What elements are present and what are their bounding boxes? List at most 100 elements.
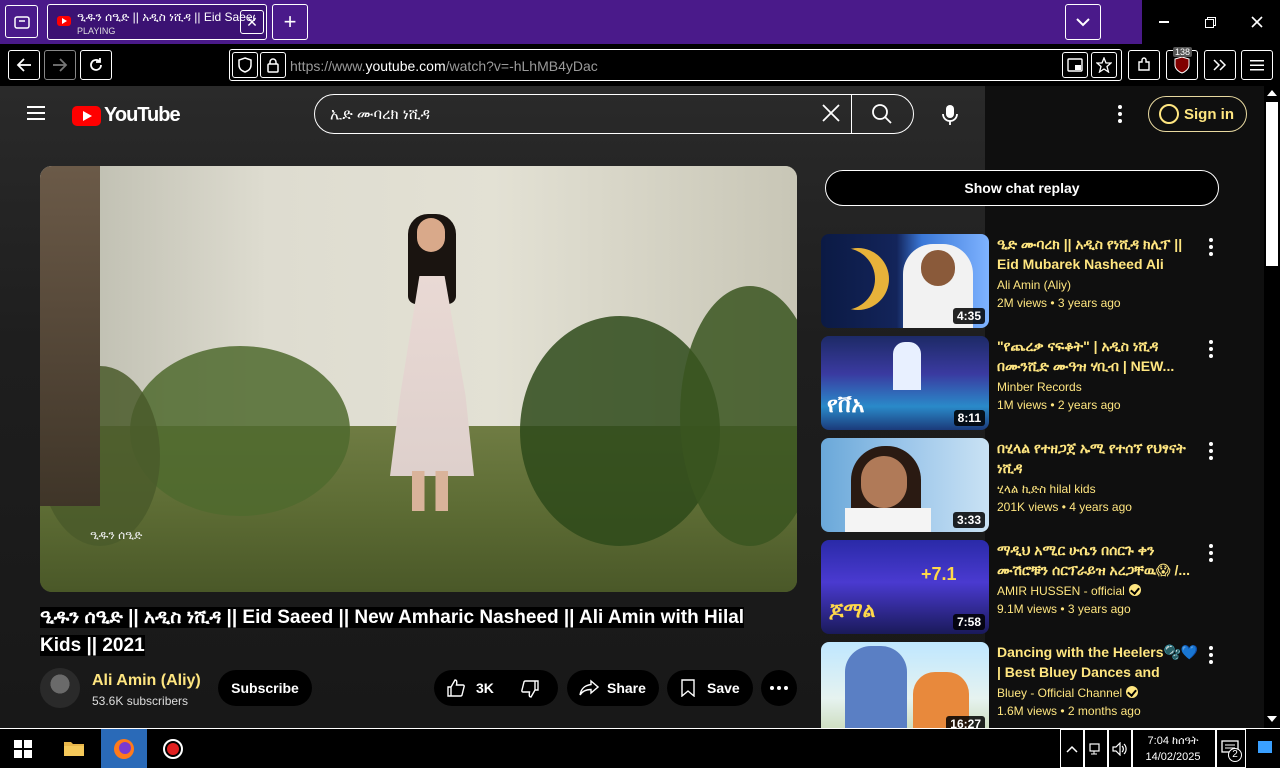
clock-button[interactable]: 7:04 ከሰዓት 14/02/2025 [1132,729,1216,768]
recommendation-item[interactable]: +7.1 ጆማል 7:58 ማዲህ አሚር ሁሴን በሰርጉ ቀን ሙሽሮቹን … [821,540,1261,634]
recommendation-thumbnail[interactable]: 4:35 [821,234,989,328]
settings-kebab-icon[interactable] [1118,105,1122,126]
recommendation-menu-icon[interactable] [1209,238,1213,259]
share-button[interactable]: Share [567,670,659,706]
search-box[interactable]: ኢድ ሙባረክ ነሺዳ [314,94,914,134]
volume-icon[interactable] [1108,729,1132,768]
subscriber-count: 53.6K subscribers [92,694,189,708]
scroll-up-icon[interactable] [1267,90,1277,96]
restore-icon[interactable] [1188,8,1232,36]
microphone-icon[interactable] [941,104,959,126]
recommendation-title[interactable]: ዒድ ሙባረክ || አዲስ የነሺዳ ክሊፕ || Eid Mubarek N… [997,234,1203,274]
like-dislike-group: 3K [434,670,558,706]
channel-name[interactable]: Ali Amin (Aliy) [92,672,201,690]
recommendation-item[interactable]: የቨአ 8:11 "የጨረቃ ናፍቆት" | አዲስ ነሺዳ በሙንሺድ ሙዓዝ… [821,336,1261,430]
search-input[interactable]: ኢድ ሙባረክ ነሺዳ [330,106,430,123]
show-chat-replay-button[interactable]: Show chat replay [825,170,1219,206]
dislike-button[interactable] [520,679,540,702]
tab-manager-button[interactable] [5,5,38,38]
channel-avatar[interactable] [40,668,80,708]
recommendation-menu-icon[interactable] [1209,544,1213,565]
close-window-icon[interactable] [1235,8,1279,36]
clear-search-icon[interactable] [821,103,841,129]
recommendation-meta: 1M views • 2 years ago [997,398,1121,412]
recommendation-channel[interactable]: Bluey - Official Channel [997,686,1139,700]
file-explorer-icon[interactable] [63,739,85,762]
tab-close-icon[interactable]: ✕ [240,10,264,34]
recommendation-item[interactable]: 4:35 ዒድ ሙባረክ || አዲስ የነሺዳ ክሊፕ || Eid Muba… [821,234,1261,328]
app-menu-button[interactable] [1241,50,1273,80]
forward-button[interactable] [44,50,76,80]
recommendation-meta: 1.6M views • 2 months ago [997,704,1141,718]
network-icon[interactable] [1084,729,1108,768]
minimize-icon[interactable] [1142,8,1186,36]
list-all-tabs-button[interactable] [1065,4,1101,40]
recommendation-thumbnail[interactable]: 16:27 [821,642,989,728]
recommendation-menu-icon[interactable] [1209,340,1213,361]
like-count: 3K [476,680,494,696]
tab-playing-label: PLAYING [77,26,116,36]
browser-tab-bar: ዒዱን ሰዒድ || አዲስ ነሺዳ || Eid Saeed || New A… [0,0,1280,44]
tab-active[interactable]: ዒዱን ሰዒድ || አዲስ ነሺዳ || Eid Saeed || New A… [47,4,267,40]
verified-badge-icon [1128,584,1141,596]
youtube-logo[interactable]: YouTube [72,104,181,127]
scrollbar-thumb[interactable] [1266,102,1278,266]
subscribe-button[interactable]: Subscribe [218,670,312,706]
recommendation-thumbnail[interactable]: የቨአ 8:11 [821,336,989,430]
scroll-down-icon[interactable] [1267,716,1277,722]
recommendation-thumbnail[interactable]: +7.1 ጆማል 7:58 [821,540,989,634]
page-scrollbar[interactable] [1264,86,1280,728]
more-actions-button[interactable] [761,670,797,706]
recommendation-title[interactable]: "የጨረቃ ናፍቆት" | አዲስ ነሺዳ በሙንሺድ ሙዓዝ ሃቢብ | NE… [997,336,1203,376]
recommendation-channel[interactable]: Minber Records [997,380,1082,394]
recommendation-item[interactable]: 16:27 Dancing with the Heelers🫧💙 | Best … [821,642,1261,728]
action-center-button[interactable]: 2 [1216,729,1246,768]
recommendation-title[interactable]: በሂላል የተዘጋጀ ኡሚ የተሰኘ የህፃናት ነሺዳ [997,438,1203,478]
record-app-icon[interactable] [162,738,184,765]
picture-in-picture-icon[interactable] [1062,52,1088,78]
shield-icon[interactable] [232,52,258,78]
show-desktop-icon[interactable] [1258,741,1272,753]
recommendation-channel[interactable]: AMIR HUSSEN - official [997,584,1141,598]
show-hidden-icons-button[interactable] [1060,729,1084,768]
recommendation-channel[interactable]: ሂላል ኪድስ hilal kids [997,482,1096,497]
notification-count: 2 [1228,748,1242,762]
windows-start-icon[interactable] [14,740,32,763]
verified-badge-icon [1126,686,1139,698]
youtube-favicon-icon [57,16,71,26]
recommendation-thumbnail[interactable]: 3:33 [821,438,989,532]
recommendation-title[interactable]: Dancing with the Heelers🫧💙 | Best Bluey … [997,642,1203,682]
recommendation-menu-icon[interactable] [1209,442,1213,463]
overflow-menu-button[interactable] [1204,50,1236,80]
video-player[interactable]: ዒዱን ሰዒድ [40,166,797,592]
tab-manager-icon [13,15,30,29]
video-duration: 3:33 [952,512,985,528]
firefox-taskbar-button[interactable] [101,729,147,768]
save-button[interactable]: Save [667,670,753,706]
extensions-button[interactable] [1128,50,1160,80]
back-button[interactable] [8,50,40,80]
reload-button[interactable] [80,50,112,80]
search-icon[interactable] [871,103,893,125]
extension-badge: 138 [1173,47,1193,57]
share-arrow-icon [579,679,599,696]
recommendation-channel[interactable]: Ali Amin (Aliy) [997,278,1071,292]
recommendation-meta: 201K views • 4 years ago [997,500,1132,514]
thumbs-up-icon [447,679,465,697]
recommendation-menu-icon[interactable] [1209,646,1213,667]
recommendation-item[interactable]: 3:33 በሂላል የተዘጋጀ ኡሚ የተሰኘ የህፃናት ነሺዳ ሂላል ኪድ… [821,438,1261,532]
like-button[interactable]: 3K [434,678,494,698]
recommendation-title[interactable]: ማዲህ አሚር ሁሴን በሰርጉ ቀን ሙሽሮቹን ሰርፕራይዝ አረጋቸዉ😱 … [997,540,1203,580]
guide-menu-icon[interactable] [27,106,45,120]
save-label: Save [707,680,740,696]
ublock-extension-button[interactable]: 138 [1166,47,1198,80]
chevron-up-icon [1066,745,1078,753]
bookmark-star-icon[interactable] [1091,52,1117,78]
more-horizontal-icon [770,686,788,690]
sign-in-button[interactable]: Sign in [1148,96,1247,132]
new-tab-button[interactable]: + [272,4,308,40]
share-label: Share [607,680,646,696]
lock-icon[interactable] [260,52,286,78]
puzzle-icon [1138,57,1150,71]
url-bar[interactable]: https://www.youtube.com/watch?v=-hLhMB4y… [229,49,1122,81]
